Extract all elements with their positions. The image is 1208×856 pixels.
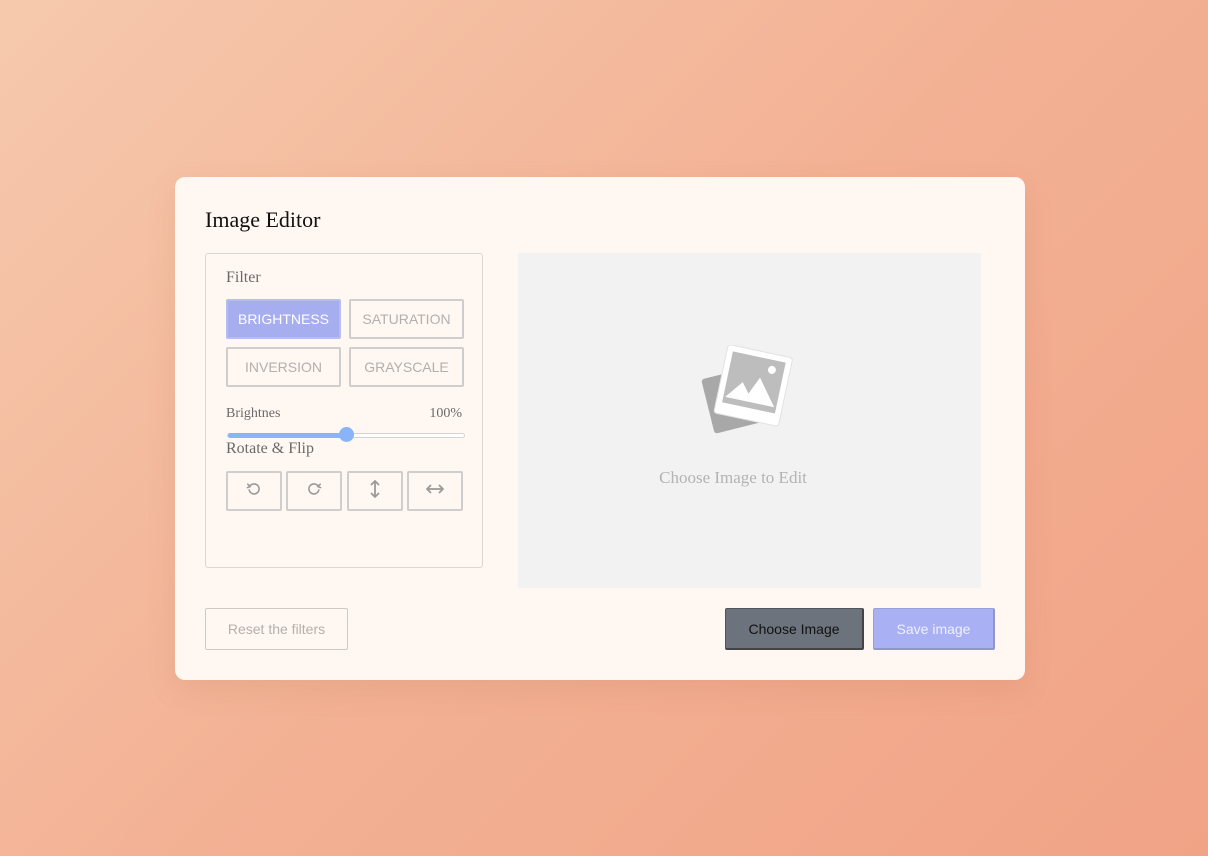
filter-slider[interactable] (227, 427, 465, 442)
flip-vertical-button[interactable] (347, 471, 403, 511)
rotate-left-button[interactable] (226, 471, 282, 511)
page-title: Image Editor (205, 207, 321, 232)
rotate-left-icon (246, 481, 262, 502)
brightness-button[interactable]: BRIGHTNESS (226, 299, 341, 339)
inversion-button[interactable]: INVERSION (226, 347, 341, 387)
editor-panel: Filter BRIGHTNESS SATURATION INVERSION G… (205, 253, 483, 568)
slider-name: Brightnes (226, 406, 281, 421)
slider-thumb[interactable] (339, 427, 354, 442)
rotate-right-button[interactable] (286, 471, 342, 511)
saturation-button[interactable]: SATURATION (349, 299, 464, 339)
preview-placeholder-text: Choose Image to Edit (659, 468, 807, 487)
grayscale-button[interactable]: GRAYSCALE (349, 347, 464, 387)
choose-image-button[interactable]: Choose Image (725, 608, 864, 650)
rotate-flip-label: Rotate & Flip (226, 440, 314, 457)
rotate-right-icon (306, 481, 322, 502)
slider-value: 100% (429, 406, 462, 421)
image-preview-area: Choose Image to Edit (518, 253, 981, 588)
filter-label: Filter (226, 269, 261, 286)
image-placeholder-icon (698, 344, 798, 440)
flip-vertical-icon (369, 479, 381, 504)
flip-horizontal-button[interactable] (407, 471, 463, 511)
image-editor-card: Image Editor Filter BRIGHTNESS SATURATIO… (175, 177, 1025, 680)
slider-fill (228, 433, 346, 438)
flip-horizontal-icon (425, 482, 445, 500)
save-image-button[interactable]: Save image (873, 608, 995, 650)
reset-filters-button[interactable]: Reset the filters (205, 608, 348, 650)
